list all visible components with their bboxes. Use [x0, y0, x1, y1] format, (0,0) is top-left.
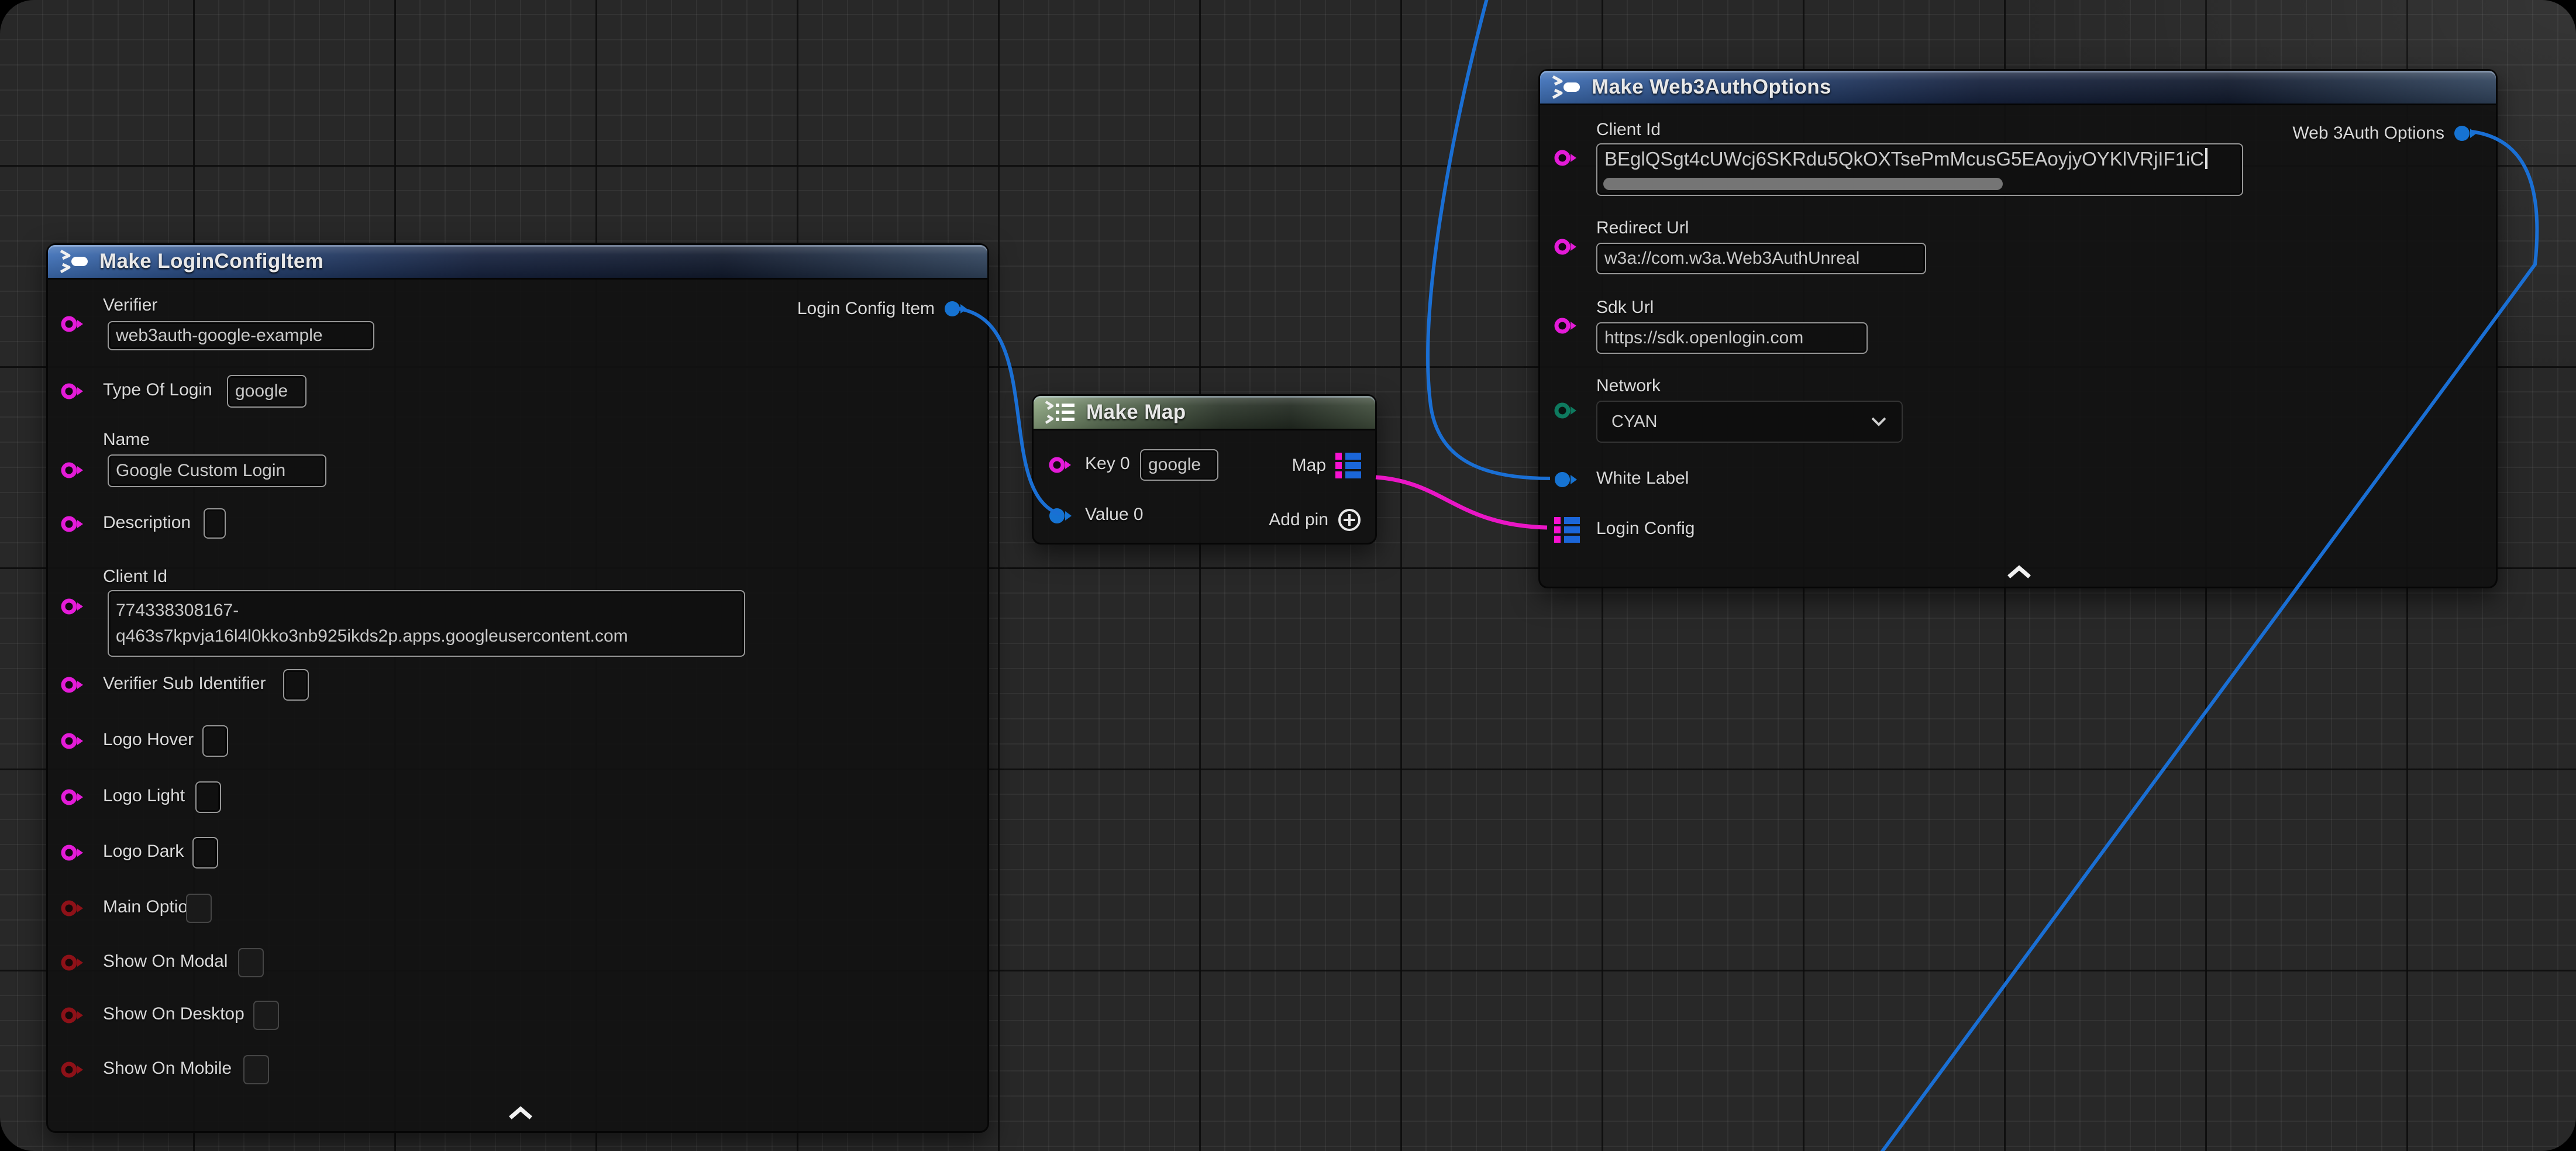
wire-web3authoptions-out[interactable] — [1880, 132, 2537, 1151]
graph-canvas[interactable]: Make LoginConfigItem Login Config Item V… — [0, 0, 2576, 1151]
wire-loginconfigitem-to-value0[interactable] — [955, 308, 1060, 514]
blueprint-editor: Make LoginConfigItem Login Config Item V… — [0, 0, 2576, 1151]
wire-top-to-whitelabel[interactable] — [1428, 0, 1550, 478]
wire-layer — [0, 0, 2576, 1151]
wire-map-to-loginconfig[interactable] — [1376, 477, 1547, 528]
